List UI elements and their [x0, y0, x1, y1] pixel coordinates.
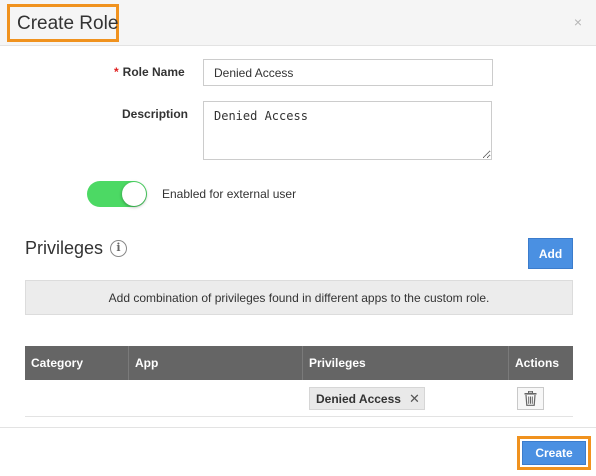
column-header-privileges[interactable]: Privileges	[303, 346, 509, 380]
create-highlight: Create	[517, 436, 591, 470]
footer-divider	[0, 427, 596, 428]
description-label: Description	[122, 107, 189, 121]
add-privilege-button[interactable]: Add	[528, 238, 573, 269]
column-header-category[interactable]: Category	[25, 346, 129, 380]
privileges-info-banner: Add combination of privileges found in d…	[25, 280, 573, 315]
external-user-toggle[interactable]	[87, 181, 147, 207]
privilege-chip: Denied Access ✕	[309, 387, 425, 410]
info-icon[interactable]: i	[110, 240, 127, 257]
delete-row-button[interactable]	[517, 387, 544, 410]
external-user-toggle-label: Enabled for external user	[162, 187, 297, 201]
privileges-title: Privileges	[25, 238, 104, 258]
column-header-actions: Actions	[515, 356, 560, 370]
banner-text: Add combination of privileges found in d…	[108, 290, 490, 305]
privilege-chip-label: Denied Access	[316, 391, 401, 406]
role-name-input[interactable]	[203, 59, 493, 86]
trash-icon	[524, 391, 537, 406]
description-textarea[interactable]: Denied Access	[203, 101, 492, 160]
role-name-label-text: Role Name	[122, 65, 185, 79]
close-icon[interactable]: ×	[574, 14, 582, 30]
toggle-knob	[122, 182, 146, 206]
dialog-title: Create Role	[17, 13, 119, 34]
title-highlight: Create Role	[7, 4, 119, 42]
required-marker: *	[114, 65, 119, 79]
table-row: Denied Access ✕	[25, 380, 573, 417]
column-header-app[interactable]: App	[129, 346, 303, 380]
create-button[interactable]: Create	[522, 441, 586, 465]
create-role-dialog: Create Role × *Role Name Description Den…	[0, 0, 596, 476]
role-name-label: * Role Name	[114, 65, 185, 79]
dialog-header: Create Role ×	[0, 0, 596, 46]
remove-privilege-icon[interactable]: ✕	[409, 391, 420, 407]
privileges-table-header: Category App Privileges Actions	[25, 346, 573, 380]
